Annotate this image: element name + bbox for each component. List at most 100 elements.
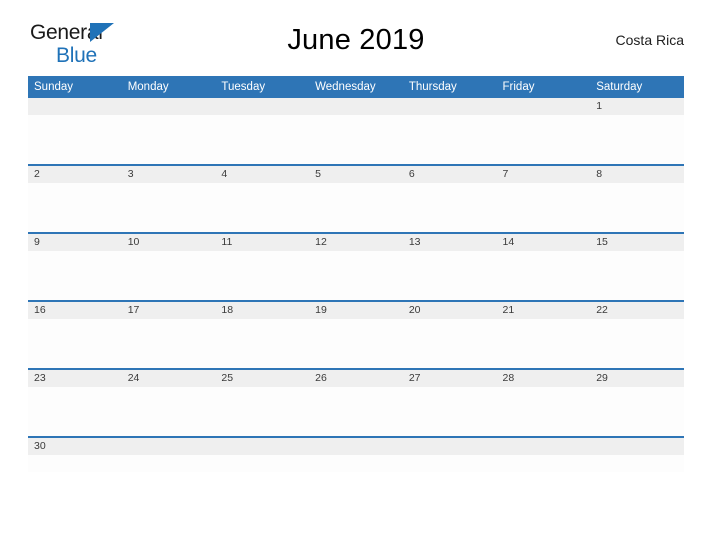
calendar-day-cell[interactable]: 29 bbox=[590, 368, 684, 437]
day-events-area[interactable] bbox=[28, 455, 122, 472]
day-events-area[interactable] bbox=[121, 387, 216, 436]
day-number bbox=[121, 438, 216, 455]
day-events-area[interactable] bbox=[309, 387, 403, 436]
calendar-day-cell[interactable]: 1 bbox=[590, 98, 684, 165]
day-events-area[interactable] bbox=[402, 115, 497, 164]
day-number bbox=[402, 98, 497, 115]
weekday-header-monday: Monday bbox=[121, 76, 216, 98]
day-number: 16 bbox=[28, 302, 122, 319]
calendar-day-cell[interactable]: 2 bbox=[28, 164, 122, 233]
calendar-day-cell[interactable]: 28 bbox=[496, 368, 591, 437]
day-events-area[interactable] bbox=[121, 251, 216, 300]
calendar-day-cell[interactable]: 5 bbox=[309, 164, 403, 233]
calendar-day-cell[interactable]: 11 bbox=[215, 232, 310, 301]
calendar-day-cell[interactable]: 23 bbox=[28, 368, 122, 437]
day-events-area[interactable] bbox=[28, 319, 122, 368]
day-events-area[interactable] bbox=[215, 115, 310, 164]
day-events-area[interactable] bbox=[28, 387, 122, 436]
day-events-area[interactable] bbox=[496, 183, 591, 232]
day-events-area[interactable] bbox=[402, 319, 497, 368]
day-events-area[interactable] bbox=[590, 115, 684, 164]
day-events-area[interactable] bbox=[309, 183, 403, 232]
day-events-area[interactable] bbox=[28, 115, 122, 164]
day-events-area[interactable] bbox=[215, 319, 310, 368]
day-number: 24 bbox=[121, 370, 216, 387]
calendar-day-cell[interactable] bbox=[496, 436, 591, 472]
day-events-area[interactable] bbox=[121, 115, 216, 164]
calendar-day-cell[interactable]: 16 bbox=[28, 300, 122, 369]
day-events-area[interactable] bbox=[496, 455, 591, 472]
day-events-area[interactable] bbox=[215, 387, 310, 436]
calendar-day-cell[interactable]: 4 bbox=[215, 164, 310, 233]
calendar-day-cell[interactable]: 30 bbox=[28, 436, 122, 472]
calendar-day-cell[interactable] bbox=[402, 436, 497, 472]
calendar-day-cell[interactable]: 13 bbox=[402, 232, 497, 301]
day-events-area[interactable] bbox=[309, 455, 403, 472]
day-events-area[interactable] bbox=[28, 183, 122, 232]
calendar-day-cell[interactable]: 7 bbox=[496, 164, 591, 233]
day-events-area[interactable] bbox=[590, 319, 684, 368]
day-number: 26 bbox=[309, 370, 403, 387]
day-events-area[interactable] bbox=[590, 455, 684, 472]
calendar-day-cell[interactable]: 9 bbox=[28, 232, 122, 301]
calendar-day-cell[interactable]: 26 bbox=[309, 368, 403, 437]
calendar-day-cell[interactable]: 27 bbox=[402, 368, 497, 437]
day-events-area[interactable] bbox=[496, 387, 591, 436]
weekday-header-tuesday: Tuesday bbox=[215, 76, 310, 98]
day-number bbox=[496, 98, 591, 115]
day-events-area[interactable] bbox=[590, 183, 684, 232]
day-events-area[interactable] bbox=[309, 251, 403, 300]
calendar-grid: Sunday Monday Tuesday Wednesday Thursday… bbox=[28, 76, 684, 472]
day-events-area[interactable] bbox=[215, 183, 310, 232]
day-events-area[interactable] bbox=[590, 387, 684, 436]
calendar-day-cell[interactable]: 22 bbox=[590, 300, 684, 369]
day-events-area[interactable] bbox=[121, 183, 216, 232]
day-events-area[interactable] bbox=[309, 319, 403, 368]
calendar-day-cell[interactable]: 6 bbox=[402, 164, 497, 233]
calendar-day-cell[interactable]: 19 bbox=[309, 300, 403, 369]
day-number: 19 bbox=[309, 302, 403, 319]
calendar-day-cell[interactable] bbox=[121, 436, 216, 472]
day-number bbox=[121, 98, 216, 115]
calendar-day-cell[interactable]: 3 bbox=[121, 164, 216, 233]
calendar-day-cell[interactable]: 17 bbox=[121, 300, 216, 369]
calendar-day-cell[interactable]: 25 bbox=[215, 368, 310, 437]
day-number: 9 bbox=[28, 234, 122, 251]
calendar-day-cell[interactable] bbox=[215, 436, 310, 472]
calendar-day-cell[interactable]: 12 bbox=[309, 232, 403, 301]
day-number: 13 bbox=[402, 234, 497, 251]
calendar-day-cell[interactable]: 8 bbox=[590, 164, 684, 233]
day-events-area[interactable] bbox=[28, 251, 122, 300]
calendar-day-cell[interactable]: 21 bbox=[496, 300, 591, 369]
day-events-area[interactable] bbox=[215, 455, 310, 472]
calendar-day-cell[interactable]: 15 bbox=[590, 232, 684, 301]
day-events-area[interactable] bbox=[402, 251, 497, 300]
calendar-day-cell[interactable] bbox=[402, 98, 497, 165]
day-events-area[interactable] bbox=[402, 183, 497, 232]
calendar-day-cell[interactable] bbox=[28, 98, 122, 165]
day-events-area[interactable] bbox=[121, 319, 216, 368]
calendar-day-cell[interactable]: 10 bbox=[121, 232, 216, 301]
calendar-day-cell[interactable]: 24 bbox=[121, 368, 216, 437]
calendar-day-cell[interactable] bbox=[309, 98, 403, 165]
day-events-area[interactable] bbox=[402, 387, 497, 436]
day-events-area[interactable] bbox=[496, 115, 591, 164]
day-events-area[interactable] bbox=[496, 319, 591, 368]
day-events-area[interactable] bbox=[496, 251, 591, 300]
calendar-day-cell[interactable] bbox=[496, 98, 591, 165]
calendar-day-cell[interactable] bbox=[215, 98, 310, 165]
calendar-day-cell[interactable] bbox=[590, 436, 684, 472]
calendar-week-row: 1 bbox=[28, 98, 684, 165]
calendar-week-row: 23 24 25 26 27 28 29 bbox=[28, 368, 684, 437]
day-events-area[interactable] bbox=[215, 251, 310, 300]
day-events-area[interactable] bbox=[590, 251, 684, 300]
calendar-header-row: Sunday Monday Tuesday Wednesday Thursday… bbox=[28, 76, 684, 98]
day-events-area[interactable] bbox=[402, 455, 497, 472]
calendar-day-cell[interactable]: 14 bbox=[496, 232, 591, 301]
calendar-day-cell[interactable]: 18 bbox=[215, 300, 310, 369]
day-events-area[interactable] bbox=[309, 115, 403, 164]
calendar-day-cell[interactable] bbox=[309, 436, 403, 472]
calendar-day-cell[interactable] bbox=[121, 98, 216, 165]
calendar-day-cell[interactable]: 20 bbox=[402, 300, 497, 369]
day-events-area[interactable] bbox=[121, 455, 216, 472]
